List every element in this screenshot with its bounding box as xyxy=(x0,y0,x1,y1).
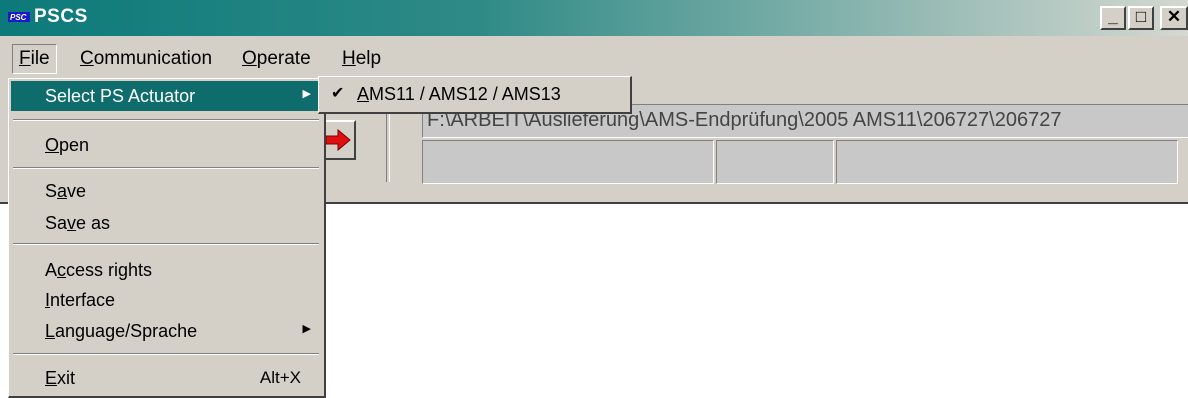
status-panel-1 xyxy=(422,140,714,184)
menu-item-label: xit xyxy=(57,368,76,388)
menu-item-access-rights[interactable]: Access rights xyxy=(11,255,321,285)
triangle-right-icon: ▶ xyxy=(302,323,311,335)
menu-help[interactable]: Help xyxy=(336,46,387,72)
menu-item-interface[interactable]: Interface xyxy=(11,285,321,315)
menu-operate-label: perate xyxy=(256,48,311,69)
minimize-button[interactable]: _ xyxy=(1100,6,1126,30)
menu-file-label: ile xyxy=(30,48,50,69)
menu-item-label: ve xyxy=(67,181,87,201)
menu-item-accel: a xyxy=(57,181,68,201)
menu-separator xyxy=(13,119,319,121)
menu-item-label-pre: A xyxy=(45,260,58,280)
menu-separator xyxy=(13,243,319,245)
close-button[interactable]: ✕ xyxy=(1160,6,1188,30)
menu-item-label: cess rights xyxy=(66,260,153,280)
menu-bar: File Communication Operate Help xyxy=(0,36,1188,78)
menu-item-accel: O xyxy=(45,135,60,155)
menu-item-label-pre: S xyxy=(45,181,58,201)
menu-item-exit[interactable]: Exit Alt+X xyxy=(11,363,321,393)
menu-item-label: Select PS Actuator xyxy=(45,86,196,106)
menu-item-open[interactable]: Open xyxy=(11,130,321,160)
menu-file[interactable]: File xyxy=(12,44,57,74)
menu-separator xyxy=(13,167,319,169)
menu-item-accel: c xyxy=(57,260,67,280)
menu-communication-accel: C xyxy=(80,48,94,69)
menu-operate-accel: O xyxy=(242,48,257,69)
menu-item-label: nterface xyxy=(50,290,116,310)
menu-item-save[interactable]: Save xyxy=(11,176,321,206)
window-title: PSCS xyxy=(34,6,88,27)
app-window: PSC PSCS _ □ ✕ File Communication Operat… xyxy=(0,0,1188,398)
menu-item-label-pre: Sa xyxy=(45,213,68,233)
menu-help-label: elp xyxy=(355,48,382,69)
file-dropdown-menu: Select PS Actuator ▶ Open Save Save as A… xyxy=(8,78,326,398)
submenu-item-ams11-ams12-ams13[interactable]: ✔ AMS11 / AMS12 / AMS13 xyxy=(323,81,623,109)
select-ps-actuator-submenu: ✔ AMS11 / AMS12 / AMS13 xyxy=(318,76,632,114)
menu-item-select-ps-actuator[interactable]: Select PS Actuator ▶ xyxy=(11,81,321,111)
menu-help-accel: H xyxy=(342,48,356,69)
menu-item-save-as[interactable]: Save as xyxy=(11,208,321,238)
menu-item-label: anguage/Sprache xyxy=(55,321,198,341)
maximize-button[interactable]: □ xyxy=(1128,6,1154,30)
title-bar[interactable]: PSC PSCS _ □ ✕ xyxy=(0,0,1188,36)
menu-communication-label: ommunication xyxy=(93,48,213,69)
triangle-right-icon: ▶ xyxy=(302,88,311,100)
menu-file-accel: F xyxy=(19,48,31,69)
menu-item-label: pen xyxy=(59,135,90,155)
menu-separator xyxy=(13,353,319,355)
status-panel-3 xyxy=(836,140,1178,184)
menu-item-label: e as xyxy=(76,213,111,233)
checkmark-icon: ✔ xyxy=(331,85,345,102)
submenu-item-label: MS11 / AMS12 / AMS13 xyxy=(369,84,561,104)
svg-text:PSC: PSC xyxy=(10,13,27,22)
menu-item-shortcut: Alt+X xyxy=(259,368,301,387)
menu-item-accel: L xyxy=(45,321,56,341)
menu-communication[interactable]: Communication xyxy=(74,46,218,72)
menu-item-language[interactable]: Language/Sprache ▶ xyxy=(11,316,321,346)
status-panel-2 xyxy=(716,140,834,184)
submenu-item-accel: A xyxy=(357,84,370,104)
pscs-logo-icon: PSC xyxy=(8,12,30,22)
menu-item-accel: E xyxy=(45,368,58,388)
menu-item-accel: v xyxy=(67,213,77,233)
menu-operate[interactable]: Operate xyxy=(236,46,317,72)
